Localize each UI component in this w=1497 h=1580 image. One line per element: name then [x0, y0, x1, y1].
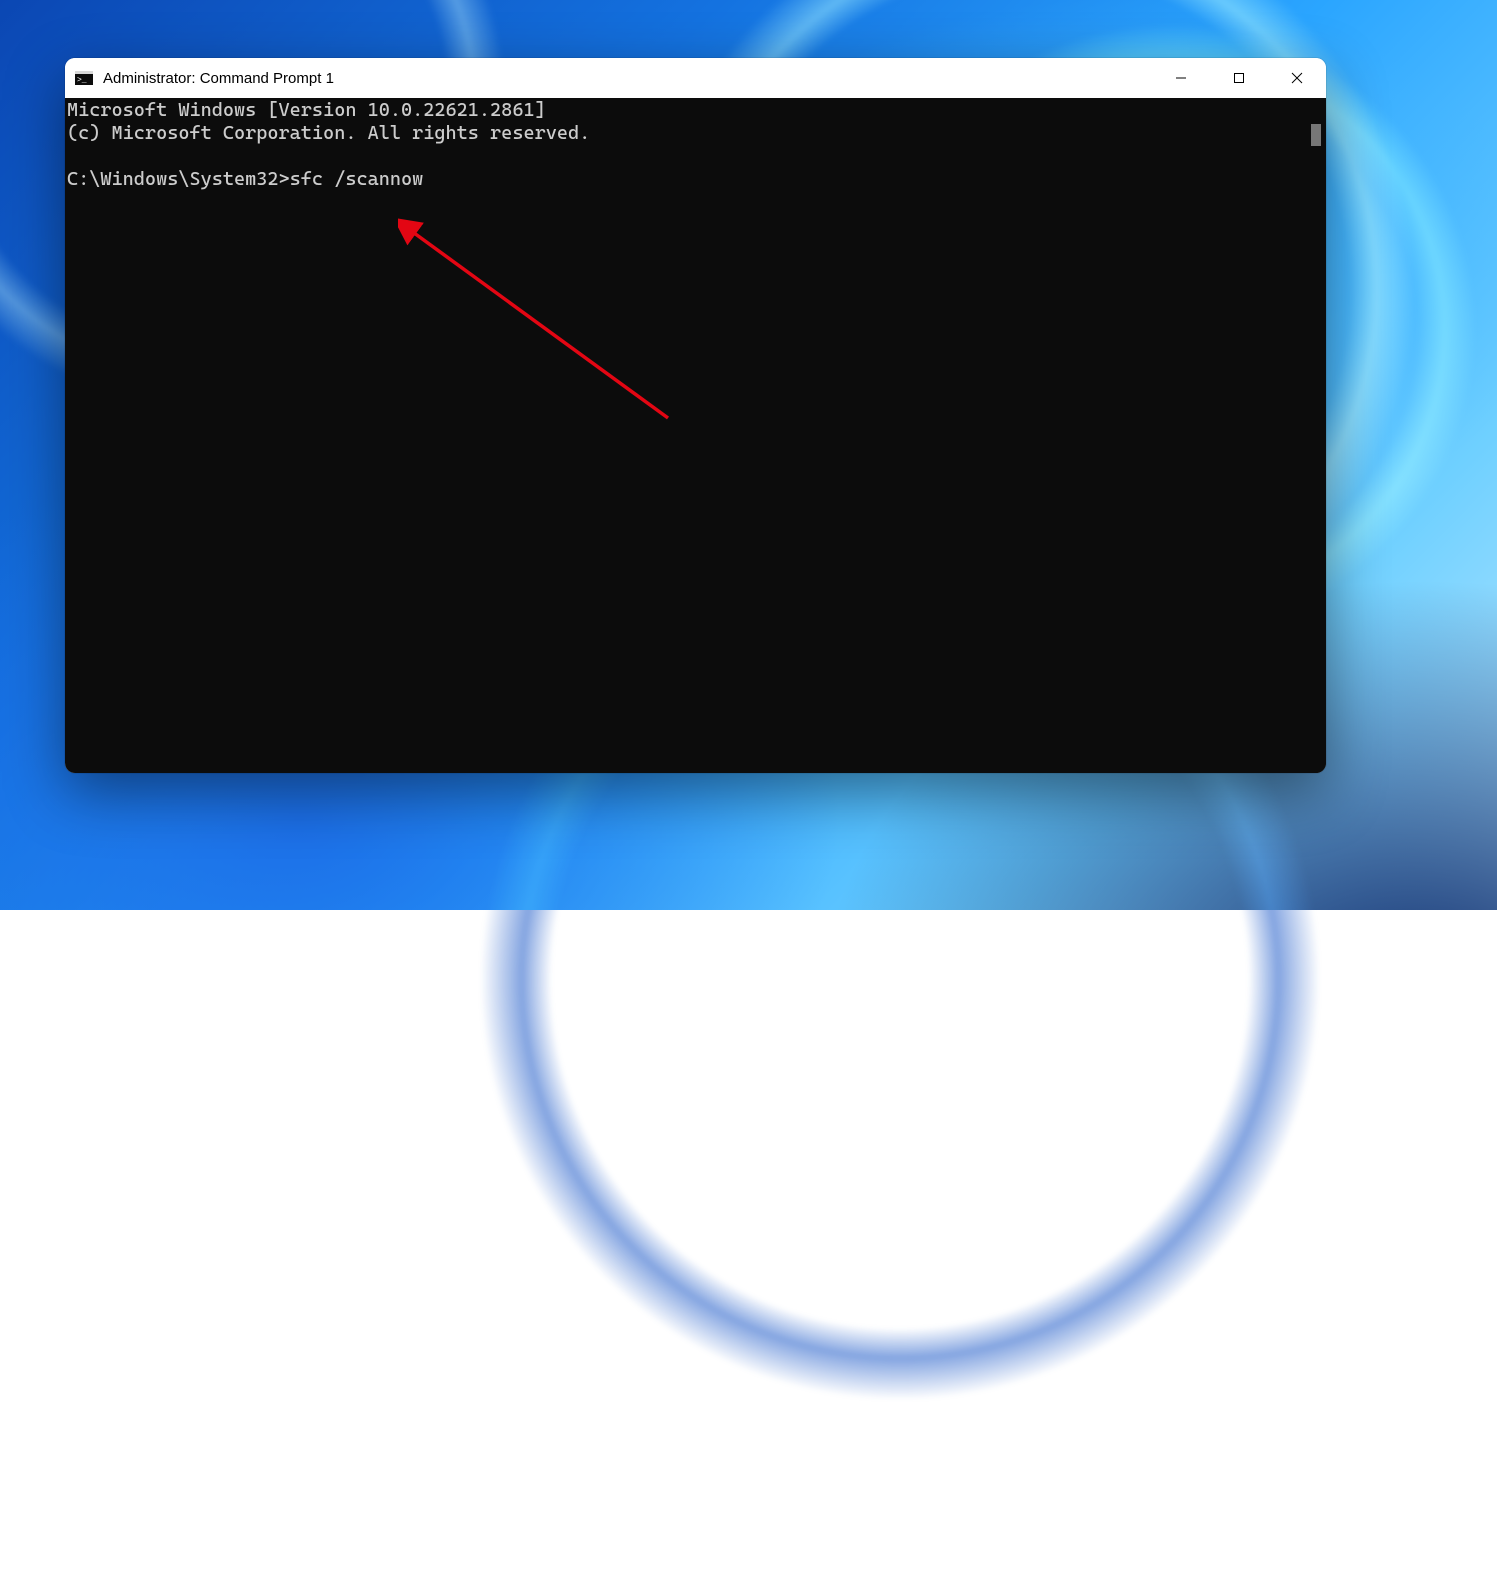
window-title: Administrator: Command Prompt 1 [103, 70, 334, 87]
minimize-button[interactable] [1152, 58, 1210, 98]
terminal-line: (c) Microsoft Corporation. All rights re… [67, 122, 590, 144]
terminal-line: Microsoft Windows [Version 10.0.22621.28… [67, 99, 546, 121]
command-prompt-icon: >_ [75, 69, 93, 87]
maximize-button[interactable] [1210, 58, 1268, 98]
window-controls [1152, 58, 1326, 98]
command-prompt-window: >_ Administrator: Command Prompt 1 Micro… [65, 58, 1326, 773]
terminal-command-input[interactable]: sfc /scannow [290, 168, 424, 190]
terminal-client-area: Microsoft Windows [Version 10.0.22621.28… [65, 98, 1326, 773]
terminal-prompt: C:\Windows\System32> [67, 168, 290, 190]
scrollbar-thumb[interactable] [1311, 124, 1321, 146]
close-button[interactable] [1268, 58, 1326, 98]
terminal-output[interactable]: Microsoft Windows [Version 10.0.22621.28… [65, 98, 1308, 773]
svg-text:>_: >_ [77, 76, 87, 85]
window-titlebar[interactable]: >_ Administrator: Command Prompt 1 [65, 58, 1326, 98]
vertical-scrollbar[interactable] [1308, 98, 1326, 773]
